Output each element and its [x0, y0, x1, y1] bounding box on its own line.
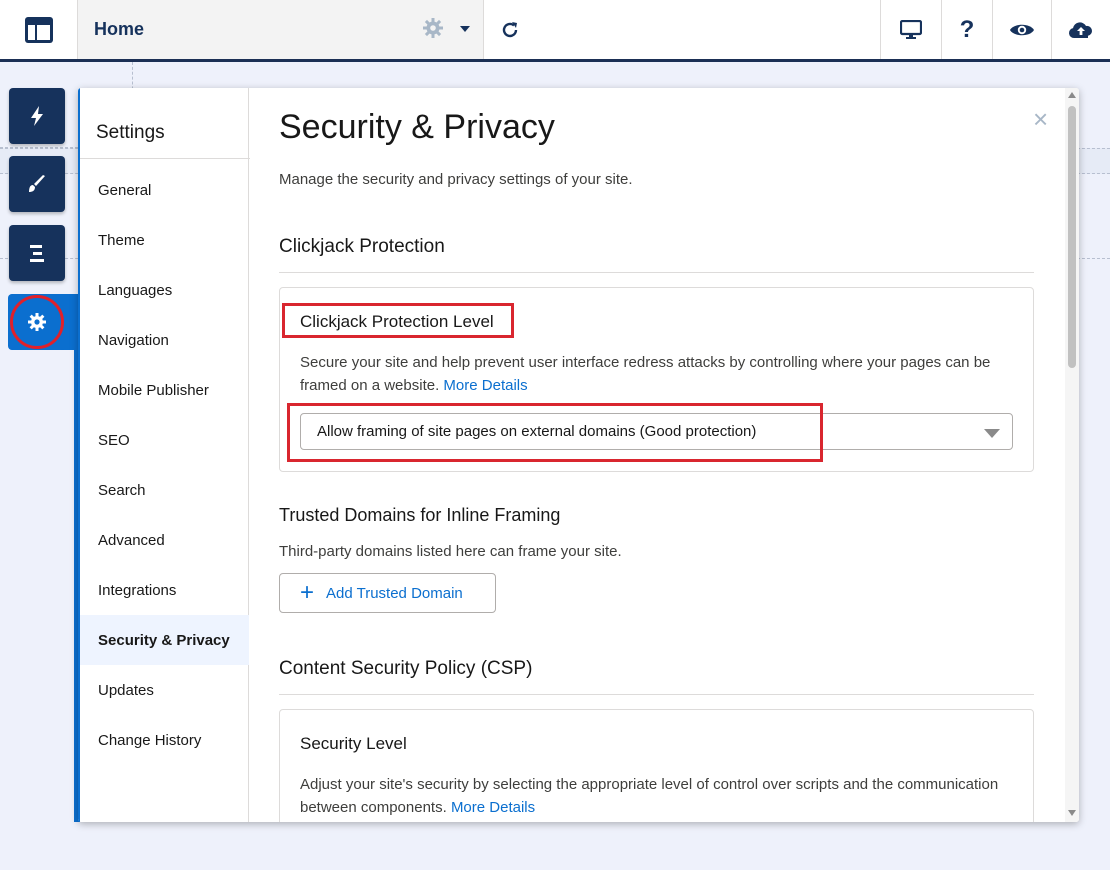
- sidebar-item-advanced[interactable]: Advanced: [80, 515, 249, 565]
- page-description: Manage the security and privacy settings…: [279, 171, 633, 188]
- divider: [279, 694, 1034, 695]
- highlight-box: [282, 303, 514, 338]
- divider: [279, 272, 1034, 273]
- highlight-box: [287, 403, 823, 462]
- sidebar-item-change-history[interactable]: Change History: [80, 715, 249, 765]
- sidebar-item-updates[interactable]: Updates: [80, 665, 249, 715]
- page-selector[interactable]: Home: [78, 0, 484, 59]
- sidebar-item-mobile-publisher[interactable]: Mobile Publisher: [80, 365, 249, 415]
- add-trusted-domain-label: Add Trusted Domain: [326, 584, 463, 602]
- chevron-down-icon[interactable]: [460, 26, 470, 32]
- sidebar-item-theme[interactable]: Theme: [80, 215, 249, 265]
- scroll-up-arrow-icon[interactable]: [1068, 92, 1076, 98]
- page-name: Home: [94, 19, 145, 39]
- highlight-circle: [10, 295, 64, 349]
- sidebar-item-navigation[interactable]: Navigation: [80, 315, 249, 365]
- page-title: Security & Privacy: [279, 108, 555, 146]
- sidebar-item-integrations[interactable]: Integrations: [80, 565, 249, 615]
- add-trusted-domain-button[interactable]: + Add Trusted Domain: [279, 573, 496, 613]
- scrollbar-thumb[interactable]: [1068, 106, 1076, 368]
- components-lightning-icon[interactable]: [9, 88, 65, 144]
- csp-card: Security Level Adjust your site's securi…: [279, 709, 1034, 822]
- trusted-domains-title: Trusted Domains for Inline Framing: [279, 505, 561, 525]
- divider: [80, 158, 250, 159]
- desktop-icon[interactable]: [880, 0, 941, 59]
- more-details-link[interactable]: More Details: [443, 377, 527, 394]
- gear-icon[interactable]: [422, 17, 444, 44]
- settings-content: × Security & Privacy Manage the security…: [249, 88, 1065, 822]
- clickjack-section-title: Clickjack Protection: [279, 236, 445, 257]
- security-level-description: Adjust your site's security by selecting…: [300, 776, 999, 816]
- security-level-title: Security Level: [300, 734, 407, 753]
- sidebar-item-general[interactable]: General: [80, 165, 249, 215]
- sidebar-item-security-privacy[interactable]: Security & Privacy: [80, 615, 249, 665]
- help-icon[interactable]: ?: [941, 0, 992, 59]
- trusted-domains-description: Third-party domains listed here can fram…: [279, 543, 622, 560]
- builder-header: Home ?: [0, 0, 1110, 62]
- refresh-icon[interactable]: [484, 0, 536, 59]
- dropdown-arrow-icon: [984, 429, 1000, 438]
- sidebar-item-seo[interactable]: SEO: [80, 415, 249, 465]
- settings-sidebar: Settings General Theme Languages Navigat…: [78, 88, 250, 822]
- settings-panel: Settings General Theme Languages Navigat…: [78, 88, 1079, 822]
- scroll-down-arrow-icon[interactable]: [1068, 810, 1076, 816]
- preview-eye-icon[interactable]: [992, 0, 1051, 59]
- sidebar-item-search[interactable]: Search: [80, 465, 249, 515]
- csp-section-title: Content Security Policy (CSP): [279, 658, 533, 679]
- publish-cloud-icon[interactable]: [1051, 0, 1110, 59]
- layout-icon[interactable]: [0, 0, 78, 59]
- plus-icon: +: [300, 579, 315, 606]
- sidebar-item-languages[interactable]: Languages: [80, 265, 249, 315]
- clickjack-description: Secure your site and help prevent user i…: [300, 354, 991, 394]
- close-icon[interactable]: ×: [1033, 106, 1048, 132]
- settings-title: Settings: [96, 122, 165, 143]
- theme-brush-icon[interactable]: [9, 156, 65, 212]
- more-details-link[interactable]: More Details: [451, 799, 535, 816]
- navigation-menu-icon[interactable]: [9, 225, 65, 281]
